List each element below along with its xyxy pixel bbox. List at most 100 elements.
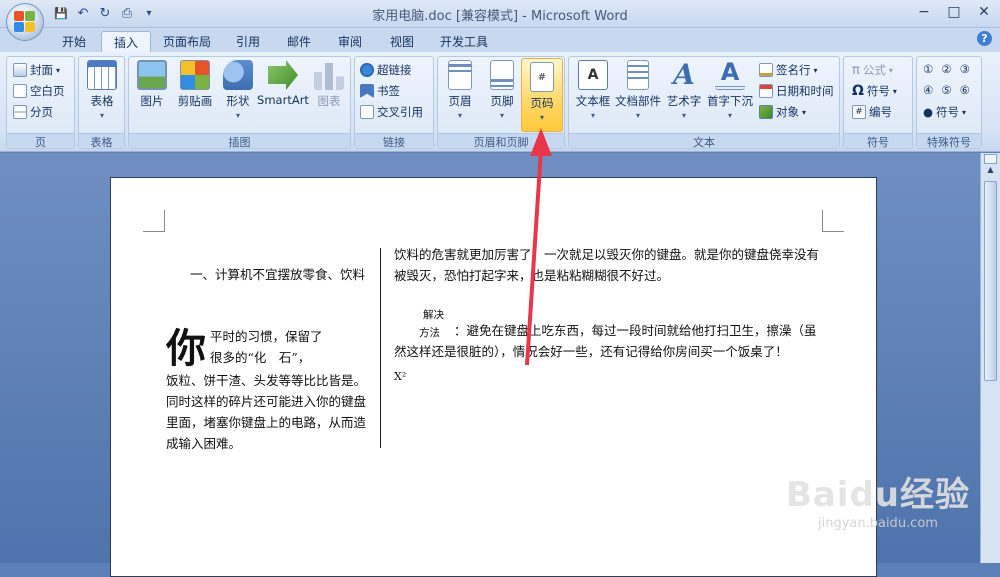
date-time-button[interactable]: 日期和时间	[759, 83, 834, 99]
window-controls: − □ ✕	[914, 3, 994, 21]
group-label-tables: 表格	[79, 133, 124, 149]
number-icon: #	[852, 105, 866, 119]
group-special-symbols: ① ② ③ ④ ⑤ ⑥ ● 符号 ▾ 特殊符号	[916, 56, 982, 149]
tab-view[interactable]: 视图	[378, 31, 426, 52]
circled-1[interactable]: ①	[923, 62, 933, 76]
help-icon[interactable]: ?	[977, 31, 992, 46]
left-column-body: 你 平时的习惯，保留了 很多的“化 石”， 饭粒、饼干渣、头发等等比比皆是。同时…	[166, 326, 367, 451]
solution-text: ：避免在键盘上吃东西，每过一段时间就给他打扫卫生，擦澡（虽然这样还是很脏的），情…	[394, 323, 817, 359]
group-label-links: 链接	[355, 133, 433, 149]
more-symbols-button[interactable]: ● 符号 ▾	[923, 104, 966, 120]
cross-reference-button[interactable]: 交叉引用	[360, 104, 423, 120]
bookmark-button[interactable]: 书签	[360, 83, 400, 99]
bookmark-icon	[360, 84, 374, 98]
clipart-button[interactable]: 剪贴画	[173, 60, 217, 109]
signature-icon	[759, 63, 773, 77]
object-button[interactable]: 对象 ▾	[759, 104, 806, 120]
numbering-button[interactable]: # 编号	[852, 104, 892, 120]
hyperlink-button[interactable]: 超链接	[360, 62, 412, 78]
ribbon-tabs: 开始 插入 页面布局 引用 邮件 审阅 视图 开发工具	[0, 28, 1000, 52]
page-number-button[interactable]: # 页码 ▾	[521, 58, 563, 132]
circled-6[interactable]: ⑥	[960, 83, 970, 97]
chart-icon	[314, 63, 344, 90]
circled-5[interactable]: ⑤	[941, 83, 951, 97]
group-label-pages: 页	[7, 133, 74, 149]
watermark-brand: Baidu经验	[785, 475, 970, 515]
restore-button[interactable]: □	[944, 3, 964, 21]
special-symbols-row-2: ④ ⑤ ⑥	[923, 83, 970, 97]
drop-cap-letter: 你	[166, 326, 206, 372]
tab-insert[interactable]: 插入	[101, 31, 152, 52]
omega-icon: Ω	[852, 83, 864, 99]
ruler-toggle-icon[interactable]	[984, 154, 997, 164]
drop-cap-icon: A	[715, 60, 745, 90]
circled-2[interactable]: ②	[941, 62, 951, 76]
tab-home[interactable]: 开始	[50, 31, 98, 52]
chart-button[interactable]: 图表	[307, 60, 351, 109]
page-break-icon	[13, 105, 27, 119]
calendar-icon	[759, 84, 773, 98]
margin-mark-top-left	[143, 210, 165, 232]
shapes-button[interactable]: 形状 ▾	[216, 60, 260, 120]
scroll-thumb[interactable]	[984, 181, 997, 381]
symbol-button[interactable]: Ω 符号 ▾	[852, 83, 897, 99]
document-page[interactable]: 一、计算机不宜摆放零食、饮料 你 平时的习惯，保留了 很多的“化 石”， 饭粒、…	[110, 177, 877, 577]
footer-icon	[490, 60, 514, 90]
close-button[interactable]: ✕	[974, 3, 994, 21]
margin-mark-top-right	[822, 210, 844, 232]
clipart-icon	[180, 60, 210, 90]
wordart-button[interactable]: A 艺术字 ▾	[663, 58, 705, 121]
office-logo-icon	[14, 11, 36, 33]
superscript-marker: X²	[394, 370, 407, 383]
group-pages: 封面 ▾ 空白页 分页 页	[6, 56, 75, 149]
tab-mailings[interactable]: 邮件	[275, 31, 323, 52]
minimize-button[interactable]: −	[914, 3, 934, 21]
circled-3[interactable]: ③	[960, 62, 970, 76]
shapes-icon	[223, 60, 253, 90]
scroll-up-icon[interactable]: ▲	[984, 165, 997, 177]
table-icon	[87, 60, 117, 90]
group-header-footer: 页眉 ▾ 页脚 ▾ # 页码 ▾ 页眉和页脚	[437, 56, 565, 149]
vertical-scrollbar[interactable]: ▲	[980, 153, 1000, 563]
tab-references[interactable]: 引用	[224, 31, 272, 52]
tab-review[interactable]: 审阅	[326, 31, 374, 52]
baidu-watermark: Baidu经验 jingyan.baidu.com	[786, 467, 970, 531]
cover-page-button[interactable]: 封面 ▾	[13, 62, 60, 78]
bullet-icon: ●	[923, 105, 934, 119]
picture-button[interactable]: 图片	[130, 60, 174, 109]
office-button[interactable]	[6, 3, 44, 41]
equation-button[interactable]: π 公式 ▾	[852, 62, 893, 78]
quick-parts-button[interactable]: 文档部件 ▾	[615, 60, 661, 120]
hyperlink-icon	[360, 63, 374, 77]
header-button[interactable]: 页眉 ▾	[438, 60, 482, 120]
window-title: 家用电脑.doc [兼容模式] - Microsoft Word	[372, 9, 628, 24]
blank-page-icon	[13, 84, 27, 98]
left-column-heading: 一、计算机不宜摆放零食、饮料	[190, 267, 366, 282]
cover-page-icon	[13, 63, 27, 77]
pi-icon: π	[852, 62, 860, 78]
group-label-text: 文本	[569, 133, 839, 149]
blank-page-button[interactable]: 空白页	[13, 83, 65, 99]
header-icon	[448, 60, 472, 90]
tab-developer[interactable]: 开发工具	[428, 31, 500, 52]
watermark-url: jingyan.baidu.com	[817, 516, 938, 531]
circled-4[interactable]: ④	[923, 83, 933, 97]
table-button[interactable]: 表格 ▾	[80, 60, 124, 120]
signature-line-button[interactable]: 签名行 ▾	[759, 62, 818, 78]
footer-button[interactable]: 页脚 ▾	[480, 60, 524, 120]
drop-cap-button[interactable]: A 首字下沉 ▾	[706, 60, 754, 120]
page-break-button[interactable]: 分页	[13, 104, 53, 120]
textbox-button[interactable]: A 文本框 ▾	[572, 60, 614, 120]
tab-page-layout[interactable]: 页面布局	[151, 31, 223, 52]
wordart-icon: A	[673, 58, 695, 91]
ribbon: 封面 ▾ 空白页 分页 页 表格 ▾ 表格 图片 剪贴画 形状 ▾ SmartA…	[0, 52, 1000, 152]
group-label-illustrations: 插图	[129, 133, 350, 149]
special-symbols-row-1: ① ② ③	[923, 62, 970, 76]
group-tables: 表格 ▾ 表格	[78, 56, 125, 149]
smartart-button[interactable]: SmartArt	[255, 60, 311, 107]
object-icon	[759, 105, 773, 119]
group-label-header-footer: 页眉和页脚	[438, 133, 564, 149]
group-links: 超链接 书签 交叉引用 链接	[354, 56, 434, 149]
picture-icon	[137, 60, 167, 90]
group-label-special-symbols: 特殊符号	[917, 133, 981, 149]
